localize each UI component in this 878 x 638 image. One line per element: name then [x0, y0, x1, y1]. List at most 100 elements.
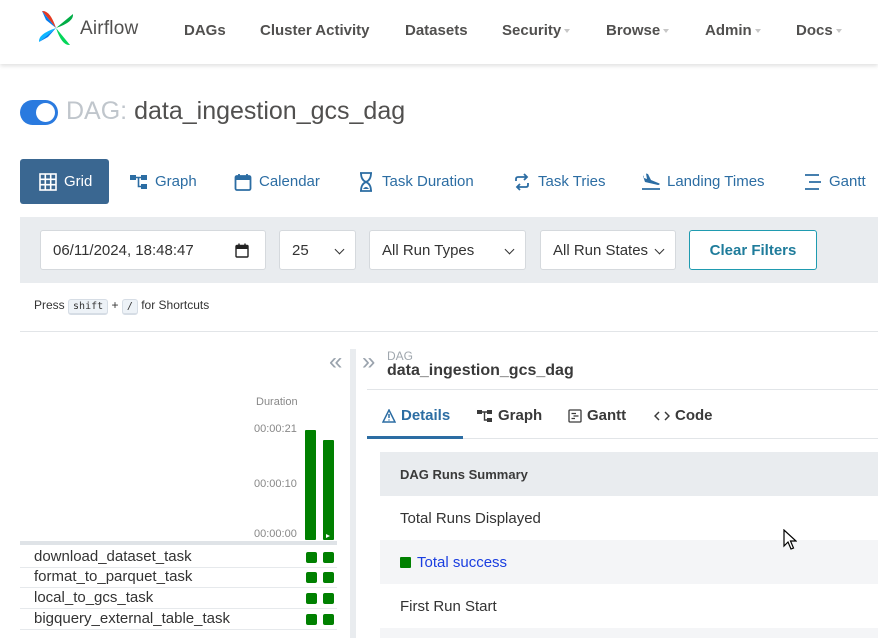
- details-dag-id[interactable]: data_ingestion_gcs_dag: [387, 362, 574, 380]
- tab-landing-times[interactable]: Landing Times: [641, 159, 765, 204]
- tab-label: Graph: [155, 173, 197, 190]
- details-tab-details[interactable]: Details: [382, 407, 450, 424]
- task-row[interactable]: download_dataset_task: [20, 547, 337, 568]
- expand-details-icon[interactable]: »: [362, 348, 375, 376]
- clear-filters-button[interactable]: Clear Filters: [689, 230, 817, 270]
- task-instance-cell[interactable]: [306, 572, 317, 583]
- nav-cluster-activity[interactable]: Cluster Activity: [260, 22, 369, 39]
- tab-grid[interactable]: Grid: [20, 159, 110, 204]
- task-name[interactable]: bigquery_external_table_task: [34, 610, 230, 627]
- retry-icon: [512, 172, 532, 192]
- toggle-knob: [36, 103, 55, 122]
- panel-resize-handle[interactable]: [350, 349, 356, 638]
- task-name[interactable]: local_to_gcs_task: [34, 589, 153, 606]
- filter-bar: 06/11/2024, 18:48:47 25 All Run Types Al…: [20, 217, 878, 283]
- calendar-picker-icon[interactable]: [235, 243, 249, 258]
- tab-label: Calendar: [259, 173, 320, 190]
- airflow-logo-icon[interactable]: [36, 8, 76, 48]
- summary-row-label: Total Runs Displayed: [400, 509, 541, 527]
- tab-label: Landing Times: [667, 173, 765, 190]
- hourglass-icon: [356, 171, 376, 192]
- gantt-icon: [803, 172, 823, 192]
- nav-browse[interactable]: Browse: [606, 22, 670, 39]
- divider: [20, 331, 878, 332]
- grid-icon: [38, 172, 58, 192]
- tab-gantt[interactable]: Gantt: [803, 159, 866, 204]
- task-instance-cell[interactable]: [306, 552, 317, 563]
- caret-down-icon: [564, 29, 571, 34]
- task-row[interactable]: bigquery_external_table_task: [20, 609, 337, 630]
- task-name[interactable]: download_dataset_task: [34, 548, 192, 565]
- num-runs-value: 25: [292, 241, 309, 259]
- tab-graph[interactable]: Graph: [129, 159, 197, 204]
- chevron-down-icon: [504, 244, 515, 255]
- selected-run-play-icon: [326, 534, 330, 538]
- chevron-down-icon: [654, 244, 665, 255]
- execution-date-value: 06/11/2024, 18:48:47: [53, 241, 194, 259]
- nav-datasets[interactable]: Datasets: [405, 22, 468, 39]
- details-tab-graph[interactable]: Graph: [477, 407, 542, 424]
- duration-tick: 00:00:21: [254, 423, 297, 435]
- divider: [367, 389, 878, 390]
- gantt-icon: [568, 408, 582, 423]
- task-instance-cell[interactable]: [306, 614, 317, 625]
- calendar-icon: [233, 172, 253, 192]
- tab-calendar[interactable]: Calendar: [233, 159, 320, 204]
- summary-row-label: First Run Start: [400, 597, 497, 615]
- brand-name[interactable]: Airflow: [80, 18, 138, 40]
- nav-dags[interactable]: DAGs: [184, 22, 226, 39]
- tab-task-tries[interactable]: Task Tries: [512, 159, 606, 204]
- slash-key: /: [121, 299, 138, 315]
- top-navbar: Airflow DAGs Cluster Activity Datasets S…: [0, 0, 878, 64]
- nav-admin[interactable]: Admin: [705, 22, 761, 39]
- task-instance-cell[interactable]: [323, 552, 334, 563]
- shortcuts-hint: Press shift + / for Shortcuts: [34, 298, 209, 315]
- dag-id: data_ingestion_gcs_dag: [134, 97, 406, 125]
- mouse-cursor-icon: [783, 529, 797, 550]
- details-dag-label: DAG: [387, 349, 414, 363]
- task-name[interactable]: format_to_parquet_task: [34, 568, 192, 585]
- run-state-select[interactable]: All Run States: [540, 230, 676, 270]
- collapse-grid-icon[interactable]: «: [329, 348, 342, 376]
- task-instance-cell[interactable]: [323, 572, 334, 583]
- grid-header-separator: [20, 541, 337, 545]
- chevron-down-icon: [334, 244, 345, 255]
- plane-landing-icon: [641, 172, 661, 192]
- execution-date-input[interactable]: 06/11/2024, 18:48:47: [40, 230, 266, 270]
- caret-down-icon: [754, 29, 761, 34]
- dag-runs-summary-header: DAG Runs Summary: [380, 452, 878, 496]
- task-row[interactable]: local_to_gcs_task: [20, 588, 337, 609]
- warning-triangle-icon: [382, 408, 396, 423]
- details-tab-code[interactable]: Code: [654, 407, 713, 424]
- num-runs-select[interactable]: 25: [279, 230, 356, 270]
- summary-row: [380, 628, 878, 638]
- tab-task-duration[interactable]: Task Duration: [356, 159, 474, 204]
- dag-run-bar[interactable]: [323, 440, 334, 540]
- run-state-value: All Run States: [553, 241, 649, 259]
- summary-row: Total success: [380, 540, 878, 584]
- details-tab-gantt[interactable]: Gantt: [568, 407, 626, 424]
- dag-run-bar[interactable]: [305, 430, 316, 540]
- task-instance-cell[interactable]: [306, 593, 317, 604]
- total-success-link[interactable]: Total success: [417, 554, 507, 571]
- success-state-icon: [400, 556, 411, 568]
- caret-down-icon: [835, 29, 842, 34]
- nav-docs[interactable]: Docs: [796, 22, 842, 39]
- graph-icon: [477, 409, 493, 423]
- tab-label: Task Tries: [538, 173, 606, 190]
- task-row[interactable]: format_to_parquet_task: [20, 567, 337, 588]
- duration-tick: 00:00:10: [254, 478, 297, 490]
- active-tab-indicator: [367, 436, 463, 439]
- duration-tick: 00:00:00: [254, 528, 297, 540]
- tab-label: Task Duration: [382, 173, 474, 190]
- graph-icon: [129, 172, 149, 192]
- run-type-select[interactable]: All Run Types: [369, 230, 526, 270]
- task-instance-cell[interactable]: [323, 614, 334, 625]
- nav-security[interactable]: Security: [502, 22, 571, 39]
- dag-prefix: DAG:: [66, 97, 128, 125]
- task-instance-cell[interactable]: [323, 593, 334, 604]
- tab-label: Gantt: [829, 173, 866, 190]
- dag-pause-toggle[interactable]: [20, 100, 58, 125]
- summary-row: Total Runs Displayed: [380, 496, 878, 540]
- run-type-value: All Run Types: [382, 241, 475, 259]
